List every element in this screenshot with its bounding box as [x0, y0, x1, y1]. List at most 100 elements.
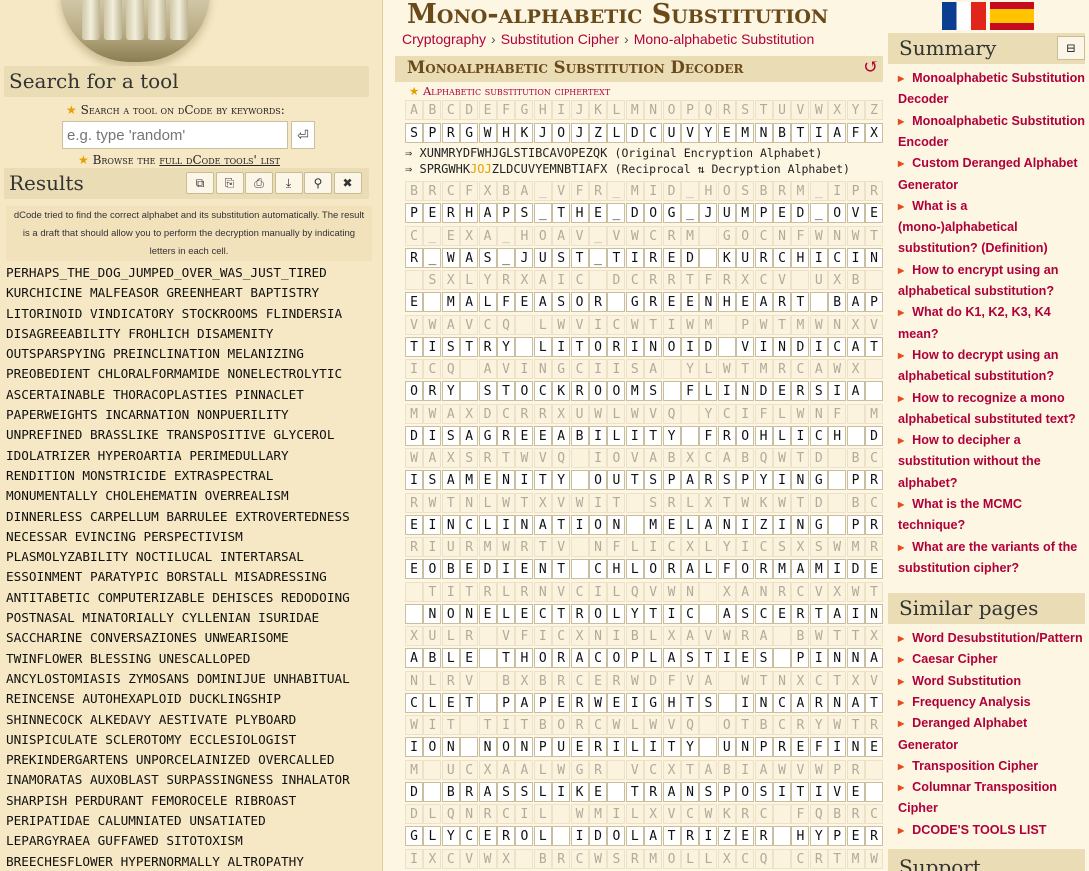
plain-cell[interactable]: D [681, 247, 699, 268]
plain-cell[interactable]: O [589, 603, 607, 624]
print-button[interactable]: ⎙ [245, 172, 273, 194]
plain-cell[interactable]: O [736, 559, 755, 579]
plain-cell[interactable]: E [570, 737, 589, 757]
plain-cell[interactable]: D [589, 826, 607, 846]
plain-cell[interactable]: G [478, 425, 497, 446]
plain-cell[interactable]: C [828, 336, 847, 357]
plain-cell[interactable]: H [460, 203, 479, 223]
plain-cell[interactable]: T [662, 737, 681, 757]
plain-cell[interactable]: K [570, 781, 589, 802]
plain-cell[interactable]: L [478, 292, 497, 312]
plain-cell[interactable]: I [625, 336, 644, 357]
plain-cell[interactable] [699, 247, 718, 268]
substitution-alphabet-cell[interactable]: L [607, 123, 626, 143]
plain-cell[interactable]: M [460, 470, 479, 490]
plain-cell[interactable]: O [644, 559, 663, 579]
plain-cell[interactable]: A [828, 603, 847, 624]
breadcrumb-substitution-cipher[interactable]: Substitution Cipher [501, 31, 619, 47]
plain-cell[interactable]: J [515, 247, 534, 268]
plain-cell[interactable]: S [681, 648, 699, 668]
plain-cell[interactable]: C [533, 603, 552, 624]
substitution-alphabet-cell[interactable]: O [552, 123, 571, 143]
summary-link[interactable]: How to decrypt using an alphabetical sub… [898, 345, 1089, 388]
pin-button[interactable]: ⚲ [304, 172, 332, 194]
plain-cell[interactable]: N [736, 381, 755, 401]
plain-cell[interactable]: O [497, 737, 515, 757]
plain-cell[interactable] [717, 336, 736, 357]
collapse-icon[interactable]: ⊟ [1057, 36, 1085, 60]
plain-cell[interactable]: W [441, 247, 460, 268]
plain-cell[interactable]: R [791, 603, 810, 624]
search-go-button[interactable]: ⏎ [291, 121, 315, 149]
plain-cell[interactable]: O [441, 603, 460, 624]
plain-cell[interactable]: I [552, 781, 571, 802]
plain-cell[interactable]: U [736, 247, 755, 268]
substitution-alphabet-cell[interactable]: N [754, 123, 773, 143]
plain-cell[interactable]: B [423, 648, 442, 668]
plain-cell[interactable]: H [791, 826, 810, 846]
plain-cell[interactable]: T [552, 203, 571, 223]
plain-cell[interactable]: N [533, 559, 552, 579]
plain-cell[interactable]: N [699, 292, 718, 312]
plain-cell[interactable]: D [699, 336, 718, 357]
plain-cell[interactable]: E [441, 692, 460, 713]
plain-cell[interactable]: Y [809, 826, 828, 846]
plain-cell[interactable]: R [717, 425, 736, 446]
plain-cell[interactable]: I [773, 781, 791, 802]
plain-cell[interactable] [717, 692, 736, 713]
plain-cell[interactable]: L [533, 781, 552, 802]
plain-cell[interactable]: A [681, 559, 699, 579]
plain-cell[interactable]: H [607, 559, 626, 579]
plain-cell[interactable]: R [497, 425, 515, 446]
plain-cell[interactable]: O [607, 826, 626, 846]
plain-cell[interactable]: A [846, 381, 865, 401]
summary-link[interactable]: What are the variants of the substitutio… [898, 537, 1089, 580]
plain-cell[interactable]: A [846, 292, 865, 312]
plain-cell[interactable]: S [478, 381, 497, 401]
search-input[interactable] [62, 121, 288, 149]
plain-cell[interactable]: U [717, 203, 736, 223]
plain-cell[interactable]: S [441, 425, 460, 446]
copy-button[interactable]: ⧉ [186, 172, 214, 194]
plain-cell[interactable]: I [497, 514, 515, 535]
plain-cell[interactable]: _ [497, 247, 515, 268]
plain-cell[interactable]: R [865, 470, 883, 490]
plain-cell[interactable]: P [828, 826, 847, 846]
plain-cell[interactable]: _ [809, 203, 828, 223]
plain-cell[interactable]: T [570, 247, 589, 268]
plain-cell[interactable] [828, 470, 847, 490]
substitution-alphabet-cell[interactable]: W [478, 123, 497, 143]
plain-cell[interactable]: T [865, 692, 883, 713]
plain-cell[interactable]: V [846, 203, 865, 223]
plain-cell[interactable] [773, 826, 791, 846]
plain-cell[interactable]: S [423, 470, 442, 490]
plain-cell[interactable]: Y [441, 826, 460, 846]
plain-cell[interactable]: _ [607, 203, 626, 223]
plain-cell[interactable]: M [625, 381, 644, 401]
plain-cell[interactable]: T [625, 781, 644, 802]
plain-cell[interactable]: T [552, 603, 571, 624]
plain-cell[interactable]: A [754, 292, 773, 312]
plain-cell[interactable]: E [865, 559, 883, 579]
substitution-alphabet-cell[interactable]: K [515, 123, 534, 143]
plain-cell[interactable]: R [773, 292, 791, 312]
plain-cell[interactable]: E [865, 203, 883, 223]
plain-cell[interactable]: C [589, 559, 607, 579]
plain-cell[interactable]: R [405, 247, 423, 268]
breadcrumb-mono-alphabetic[interactable]: Mono-alphabetic Substitution [634, 31, 815, 47]
similar-link[interactable]: Word Desubstitution/Pattern [898, 628, 1089, 649]
plain-cell[interactable]: N [736, 737, 755, 757]
plain-cell[interactable]: T [791, 781, 810, 802]
plain-cell[interactable]: L [699, 559, 718, 579]
plain-cell[interactable]: S [754, 781, 773, 802]
plain-cell[interactable]: R [570, 381, 589, 401]
plain-cell[interactable]: E [662, 292, 681, 312]
substitution-alphabet-cell[interactable]: G [460, 123, 479, 143]
plain-cell[interactable]: C [773, 692, 791, 713]
plain-cell[interactable]: N [828, 648, 847, 668]
plain-cell[interactable]: R [441, 203, 460, 223]
plain-cell[interactable]: O [405, 381, 423, 401]
plain-cell[interactable] [828, 514, 847, 535]
plain-cell[interactable]: E [791, 737, 810, 757]
plain-cell[interactable]: V [736, 336, 755, 357]
